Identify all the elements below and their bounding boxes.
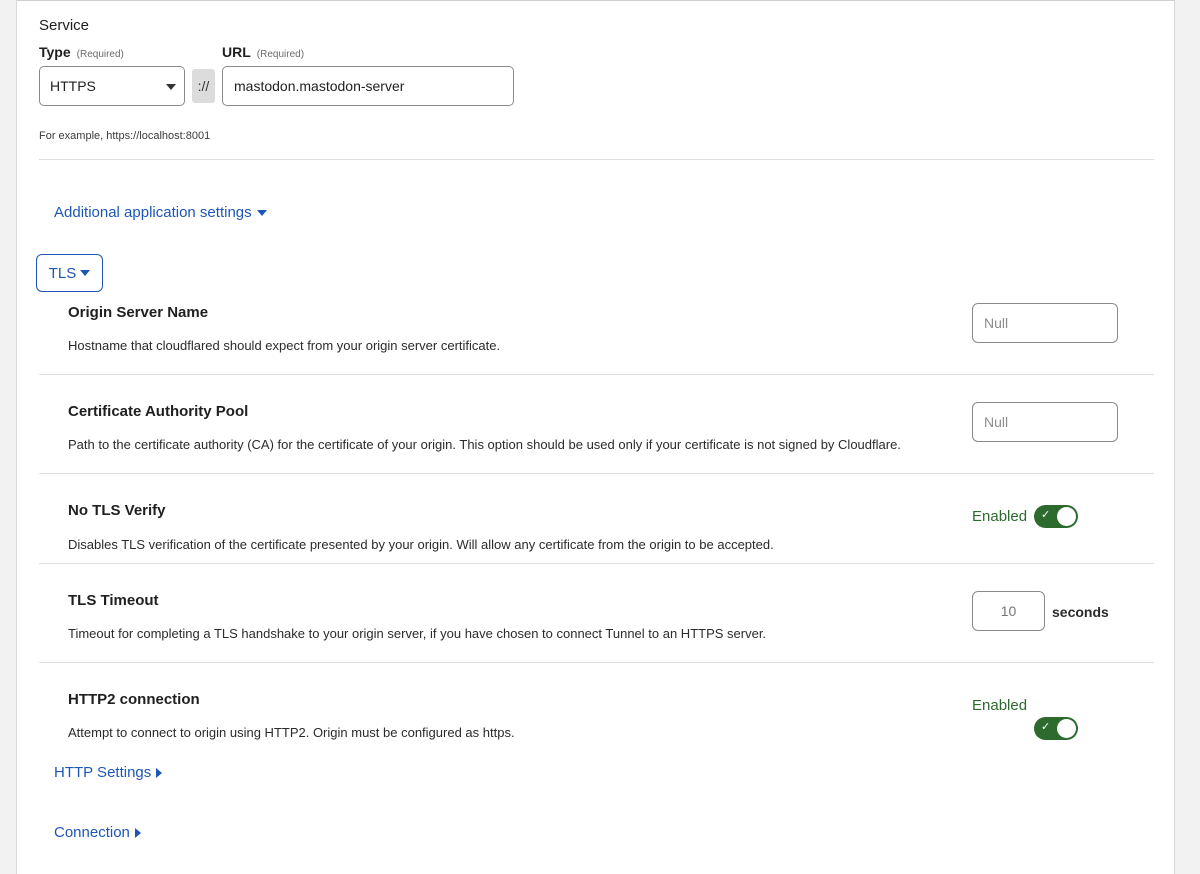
type-label-text: Type xyxy=(39,44,71,60)
tls-section-toggle[interactable]: TLS xyxy=(36,254,103,292)
url-required-note: (Required) xyxy=(256,49,305,60)
http-settings-label: HTTP Settings xyxy=(54,764,152,781)
protocol-separator: :// xyxy=(192,69,215,103)
ca-pool-input[interactable] xyxy=(972,402,1118,442)
connection-label: Connection xyxy=(54,824,130,841)
http-settings-toggle[interactable]: HTTP Settings xyxy=(54,764,163,781)
check-icon: ✓ xyxy=(1041,720,1051,733)
divider xyxy=(39,662,1154,663)
toggle-knob xyxy=(1057,507,1076,526)
service-section-title: Service xyxy=(39,17,90,34)
no-tls-verify-toggle[interactable]: ✓ xyxy=(1034,505,1078,528)
no-tls-verify-title: No TLS Verify xyxy=(68,502,166,519)
url-hint: For example, https://localhost:8001 xyxy=(39,130,211,142)
additional-settings-label: Additional application settings xyxy=(54,204,252,221)
chevron-down-icon xyxy=(80,270,91,276)
origin-server-name-description: Hostname that cloudflared should expect … xyxy=(68,338,501,353)
http2-title: HTTP2 connection xyxy=(68,691,200,708)
url-label-text: URL xyxy=(222,44,251,60)
ca-pool-title: Certificate Authority Pool xyxy=(68,403,249,420)
tls-timeout-input[interactable] xyxy=(972,591,1045,631)
type-required-note: (Required) xyxy=(76,49,124,60)
chevron-right-icon xyxy=(156,767,163,778)
type-select[interactable]: HTTPS xyxy=(39,66,185,106)
divider xyxy=(39,473,1154,474)
divider xyxy=(39,159,1154,160)
chevron-down-icon xyxy=(256,209,267,216)
additional-settings-toggle[interactable]: Additional application settings xyxy=(54,204,267,221)
tls-timeout-unit: seconds xyxy=(1052,604,1109,620)
divider xyxy=(39,563,1154,564)
ca-pool-description: Path to the certificate authority (CA) f… xyxy=(68,437,901,452)
chevron-down-icon xyxy=(166,84,176,90)
origin-server-name-title: Origin Server Name xyxy=(68,304,209,321)
tunnel-settings-card: Service Type (Required) URL (Required) HTT… xyxy=(16,0,1175,874)
http2-toggle[interactable]: ✓ xyxy=(1034,717,1078,740)
tls-timeout-title: TLS Timeout xyxy=(68,592,159,609)
url-input[interactable] xyxy=(222,66,514,106)
origin-server-name-input[interactable] xyxy=(972,303,1118,343)
http2-status: Enabled xyxy=(972,697,1028,714)
divider xyxy=(39,374,1154,375)
check-icon: ✓ xyxy=(1041,508,1051,521)
tls-timeout-description: Timeout for completing a TLS handshake t… xyxy=(68,626,767,641)
toggle-knob xyxy=(1057,719,1076,738)
no-tls-verify-status: Enabled xyxy=(972,508,1028,525)
type-label: Type (Required) xyxy=(39,44,124,60)
no-tls-verify-description: Disables TLS verification of the certifi… xyxy=(68,537,774,552)
tls-label: TLS xyxy=(48,264,77,282)
http2-description: Attempt to connect to origin using HTTP2… xyxy=(68,725,515,740)
url-label: URL (Required) xyxy=(222,44,304,60)
type-select-value: HTTPS xyxy=(50,78,96,94)
chevron-right-icon xyxy=(134,827,141,838)
connection-toggle[interactable]: Connection xyxy=(54,824,141,841)
